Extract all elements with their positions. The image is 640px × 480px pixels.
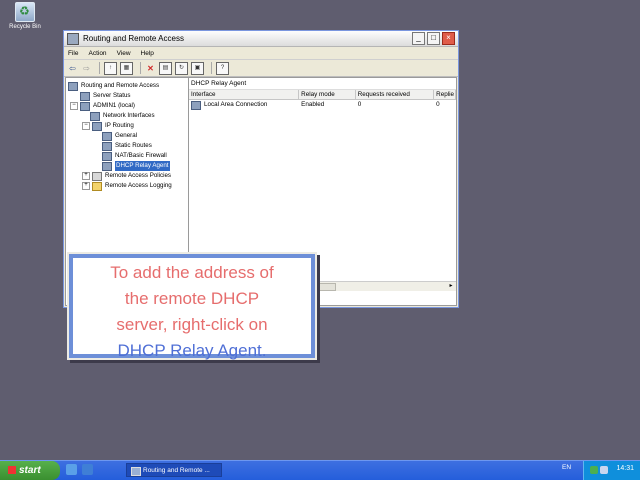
tree-item-admin1[interactable]: − ADMIN1 (local) [66,101,188,111]
toolbar-separator [140,62,141,74]
language-indicator[interactable]: EN [562,464,571,471]
callout-line-3: server, right-click on [116,315,268,334]
tree-item-nat-basic-firewall[interactable]: NAT/Basic Firewall [66,151,188,161]
toolbar-separator [99,62,100,74]
forward-arrow-icon[interactable]: ⇨ [81,63,92,74]
nat-firewall-icon [102,151,112,161]
ip-routing-icon [92,121,102,131]
tree-item-remote-access-policies[interactable]: + Remote Access Policies [66,171,188,181]
collapse-icon[interactable]: − [70,102,78,110]
menu-action[interactable]: Action [88,50,106,57]
show-tree-icon[interactable]: ▦ [120,61,133,75]
refresh-icon[interactable]: ↻ [175,61,188,75]
maximize-button[interactable]: □ [427,32,440,45]
tree-item-server-status[interactable]: Server Status [66,91,188,101]
server-status-icon [80,91,90,101]
callout-panel: To add the address of the remote DHCP se… [73,258,311,360]
scroll-right-icon[interactable]: ▸ [447,282,455,290]
cell-replies: 0 [436,101,440,108]
clock[interactable]: 14:31 [616,465,634,472]
policies-icon [92,171,102,181]
quick-launch-desktop-icon[interactable] [66,464,77,475]
folder-icon [92,181,102,191]
cell-interface: Local Area Connection [189,100,299,110]
menu-view[interactable]: View [117,50,131,57]
window-titlebar[interactable]: Routing and Remote Access _ □ × [64,31,458,47]
tree-item-network-interfaces[interactable]: Network Interfaces [66,111,188,121]
close-button[interactable]: × [442,32,455,45]
menu-file[interactable]: File [68,50,78,57]
rras-app-icon [131,467,141,476]
callout-line-4: DHCP Relay Agent. [117,341,267,360]
network-tray-icon[interactable] [590,466,598,474]
tree-item-general[interactable]: General [66,131,188,141]
static-routes-icon [102,141,112,151]
callout-text: To add the address of the remote DHCP se… [73,260,311,364]
general-icon [102,131,112,141]
callout-line-1: To add the address of [110,263,274,282]
recycle-bin-shortcut[interactable]: Recycle Bin [6,2,44,30]
toolbar-separator [211,62,212,74]
tree-item-remote-access-logging[interactable]: + Remote Access Logging [66,181,188,191]
column-header-interface[interactable]: Interface [189,90,300,99]
tree-item-ip-routing[interactable]: − IP Routing [66,121,188,131]
tutorial-callout: To add the address of the remote DHCP se… [67,252,317,360]
properties-icon[interactable]: ▤ [159,61,172,75]
tree-item-dhcp-relay-agent[interactable]: DHCP Relay Agent [66,161,188,171]
rras-app-icon [67,32,79,45]
taskbar-window-button[interactable]: Routing and Remote ... [126,463,222,477]
recycle-bin-icon [15,2,35,22]
dhcp-relay-agent-icon [102,161,112,171]
cell-requests-received: 0 [357,101,362,108]
up-level-icon[interactable]: ↑ [104,61,117,75]
details-pane-title: DHCP Relay Agent [189,78,456,90]
menu-help[interactable]: Help [141,50,154,57]
table-row[interactable]: Local Area Connection Enabled 0 0 [189,100,456,110]
callout-line-2: the remote DHCP [124,289,260,308]
window-title: Routing and Remote Access [83,34,184,43]
help-icon[interactable]: ? [216,61,229,75]
system-tray: 14:31 [583,461,640,480]
tree-item-static-routes[interactable]: Static Routes [66,141,188,151]
collapse-icon[interactable]: − [82,122,90,130]
expand-icon[interactable]: + [82,182,90,190]
tree-item-routing-and-remote-access[interactable]: Routing and Remote Access [66,81,188,91]
quick-launch-browser-icon[interactable] [82,464,93,475]
server-icon [80,101,90,111]
minimize-button[interactable]: _ [412,32,425,45]
recycle-bin-label: Recycle Bin [9,24,41,30]
computer-icon [68,81,78,91]
menubar: File Action View Help [64,47,458,60]
column-header-replies[interactable]: Replie [434,90,456,99]
windows-flag-icon [8,466,16,475]
toolbar: ⇦ ⇨ ↑ ▦ ✕ ▤ ↻ ▣ ? [64,60,458,77]
column-header-requests-received[interactable]: Requests received [356,90,435,99]
column-header-relay-mode[interactable]: Relay mode [299,90,356,99]
expand-icon[interactable]: + [82,172,90,180]
export-list-icon[interactable]: ▣ [191,61,204,75]
start-button[interactable]: start [0,461,60,480]
volume-tray-icon[interactable] [600,466,608,474]
back-arrow-icon[interactable]: ⇦ [67,63,78,74]
list-column-headers: Interface Relay mode Requests received R… [189,90,456,100]
network-connection-icon [191,100,201,110]
cell-relay-mode: Enabled [301,101,325,108]
delete-icon[interactable]: ✕ [145,63,156,74]
network-interfaces-icon [90,111,100,121]
taskbar: start Routing and Remote ... EN 14:31 [0,460,640,480]
